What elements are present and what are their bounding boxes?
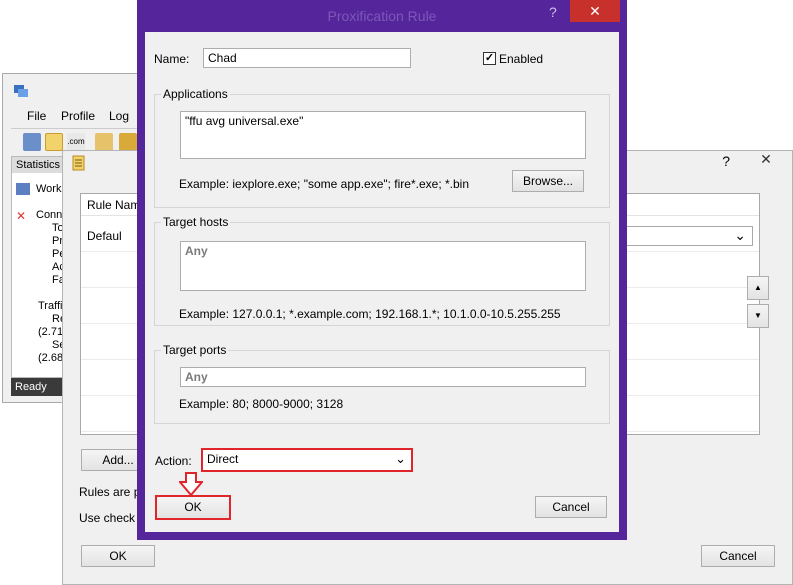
close-button[interactable]: ✕ xyxy=(570,0,620,22)
rules-info-text: Rules are pr xyxy=(79,485,145,499)
proxification-rule-dialog: Proxification Rule ? ✕ Name: Chad ✓ Enab… xyxy=(137,0,627,540)
action-select-value: Direct xyxy=(207,452,239,466)
target-hosts-label: Target hosts xyxy=(161,215,231,229)
tree-item: (2.68 xyxy=(38,352,64,364)
target-ports-input[interactable]: Any xyxy=(180,367,586,387)
name-input[interactable]: Chad xyxy=(203,48,411,68)
advanced-icon[interactable] xyxy=(95,133,113,151)
enabled-checkbox[interactable]: ✓ xyxy=(483,52,496,65)
target-ports-label: Target ports xyxy=(161,343,229,357)
browse-button[interactable]: Browse... xyxy=(512,170,584,192)
help-button[interactable]: ? xyxy=(549,4,557,20)
cancel-button[interactable]: Cancel xyxy=(701,545,775,567)
close-icon[interactable]: ✕ xyxy=(746,151,786,171)
action-select[interactable]: Direct ⌄ xyxy=(201,448,413,472)
chevron-down-icon: ⌄ xyxy=(395,451,406,466)
applications-label: Applications xyxy=(161,87,230,101)
arrow-down-icon: ▼ xyxy=(754,311,762,320)
move-up-button[interactable]: ▲ xyxy=(747,276,769,300)
applications-input[interactable]: "ffu avg universal.exe" xyxy=(180,111,586,159)
menu-profile[interactable]: Profile xyxy=(61,109,95,123)
action-label: Action: xyxy=(155,454,192,468)
name-resolution-icon[interactable]: .com xyxy=(67,133,85,151)
target-hosts-group: Target hosts Any Example: 127.0.0.1; *.e… xyxy=(154,215,610,326)
rules-info-text-2: Use check b xyxy=(79,511,146,525)
tree-item[interactable]: Work xyxy=(36,183,61,196)
target-hosts-example: Example: 127.0.0.1; *.example.com; 192.1… xyxy=(179,307,561,321)
applications-group: Applications "ffu avg universal.exe" Exa… xyxy=(154,87,610,208)
cancel-button[interactable]: Cancel xyxy=(535,496,607,518)
menu-file[interactable]: File xyxy=(27,109,46,123)
tree-item[interactable]: Conn xyxy=(36,209,62,222)
enabled-label: Enabled xyxy=(499,52,544,66)
dialog-body: Name: Chad ✓ Enabled Applications "ffu a… xyxy=(145,32,619,532)
workstation-icon xyxy=(16,183,30,195)
rules-list-icon xyxy=(72,155,85,171)
check-icon: ✓ xyxy=(484,52,495,64)
proxifier-logo-icon xyxy=(14,85,28,97)
connections-icon: ✕ xyxy=(16,209,27,223)
statistics-tab[interactable]: Statistics xyxy=(12,157,66,173)
target-ports-example: Example: 80; 8000-9000; 3128 xyxy=(179,397,344,411)
settings-icon[interactable] xyxy=(119,133,137,151)
target-hosts-input[interactable]: Any xyxy=(180,241,586,291)
move-down-button[interactable]: ▼ xyxy=(747,304,769,328)
status-bar: Ready xyxy=(11,378,63,396)
proxification-rules-icon[interactable] xyxy=(45,133,63,151)
annotation-arrow-down-icon xyxy=(179,472,203,496)
menu-log[interactable]: Log xyxy=(109,109,129,123)
arrow-up-icon: ▲ xyxy=(754,283,762,292)
target-ports-group: Target ports Any Example: 80; 8000-9000;… xyxy=(154,343,610,424)
ok-button[interactable]: OK xyxy=(155,495,231,520)
help-button[interactable]: ? xyxy=(722,153,730,169)
tree-item: (2.71 xyxy=(38,326,64,338)
default-action-select[interactable]: ⌄ xyxy=(618,226,753,246)
default-rule-label: Defaul xyxy=(87,229,122,243)
close-icon: ✕ xyxy=(589,3,601,19)
applications-example: Example: iexplore.exe; "some app.exe"; f… xyxy=(179,177,470,191)
chevron-down-icon: ⌄ xyxy=(734,227,746,243)
connections-tree: Statistics Work Conn To Pr Pe Ac Fa Traf… xyxy=(11,156,67,378)
tree-item[interactable]: Traffi xyxy=(38,300,62,313)
ok-button[interactable]: OK xyxy=(81,545,155,567)
name-label: Name: xyxy=(154,52,190,66)
proxy-servers-icon[interactable] xyxy=(23,133,41,151)
